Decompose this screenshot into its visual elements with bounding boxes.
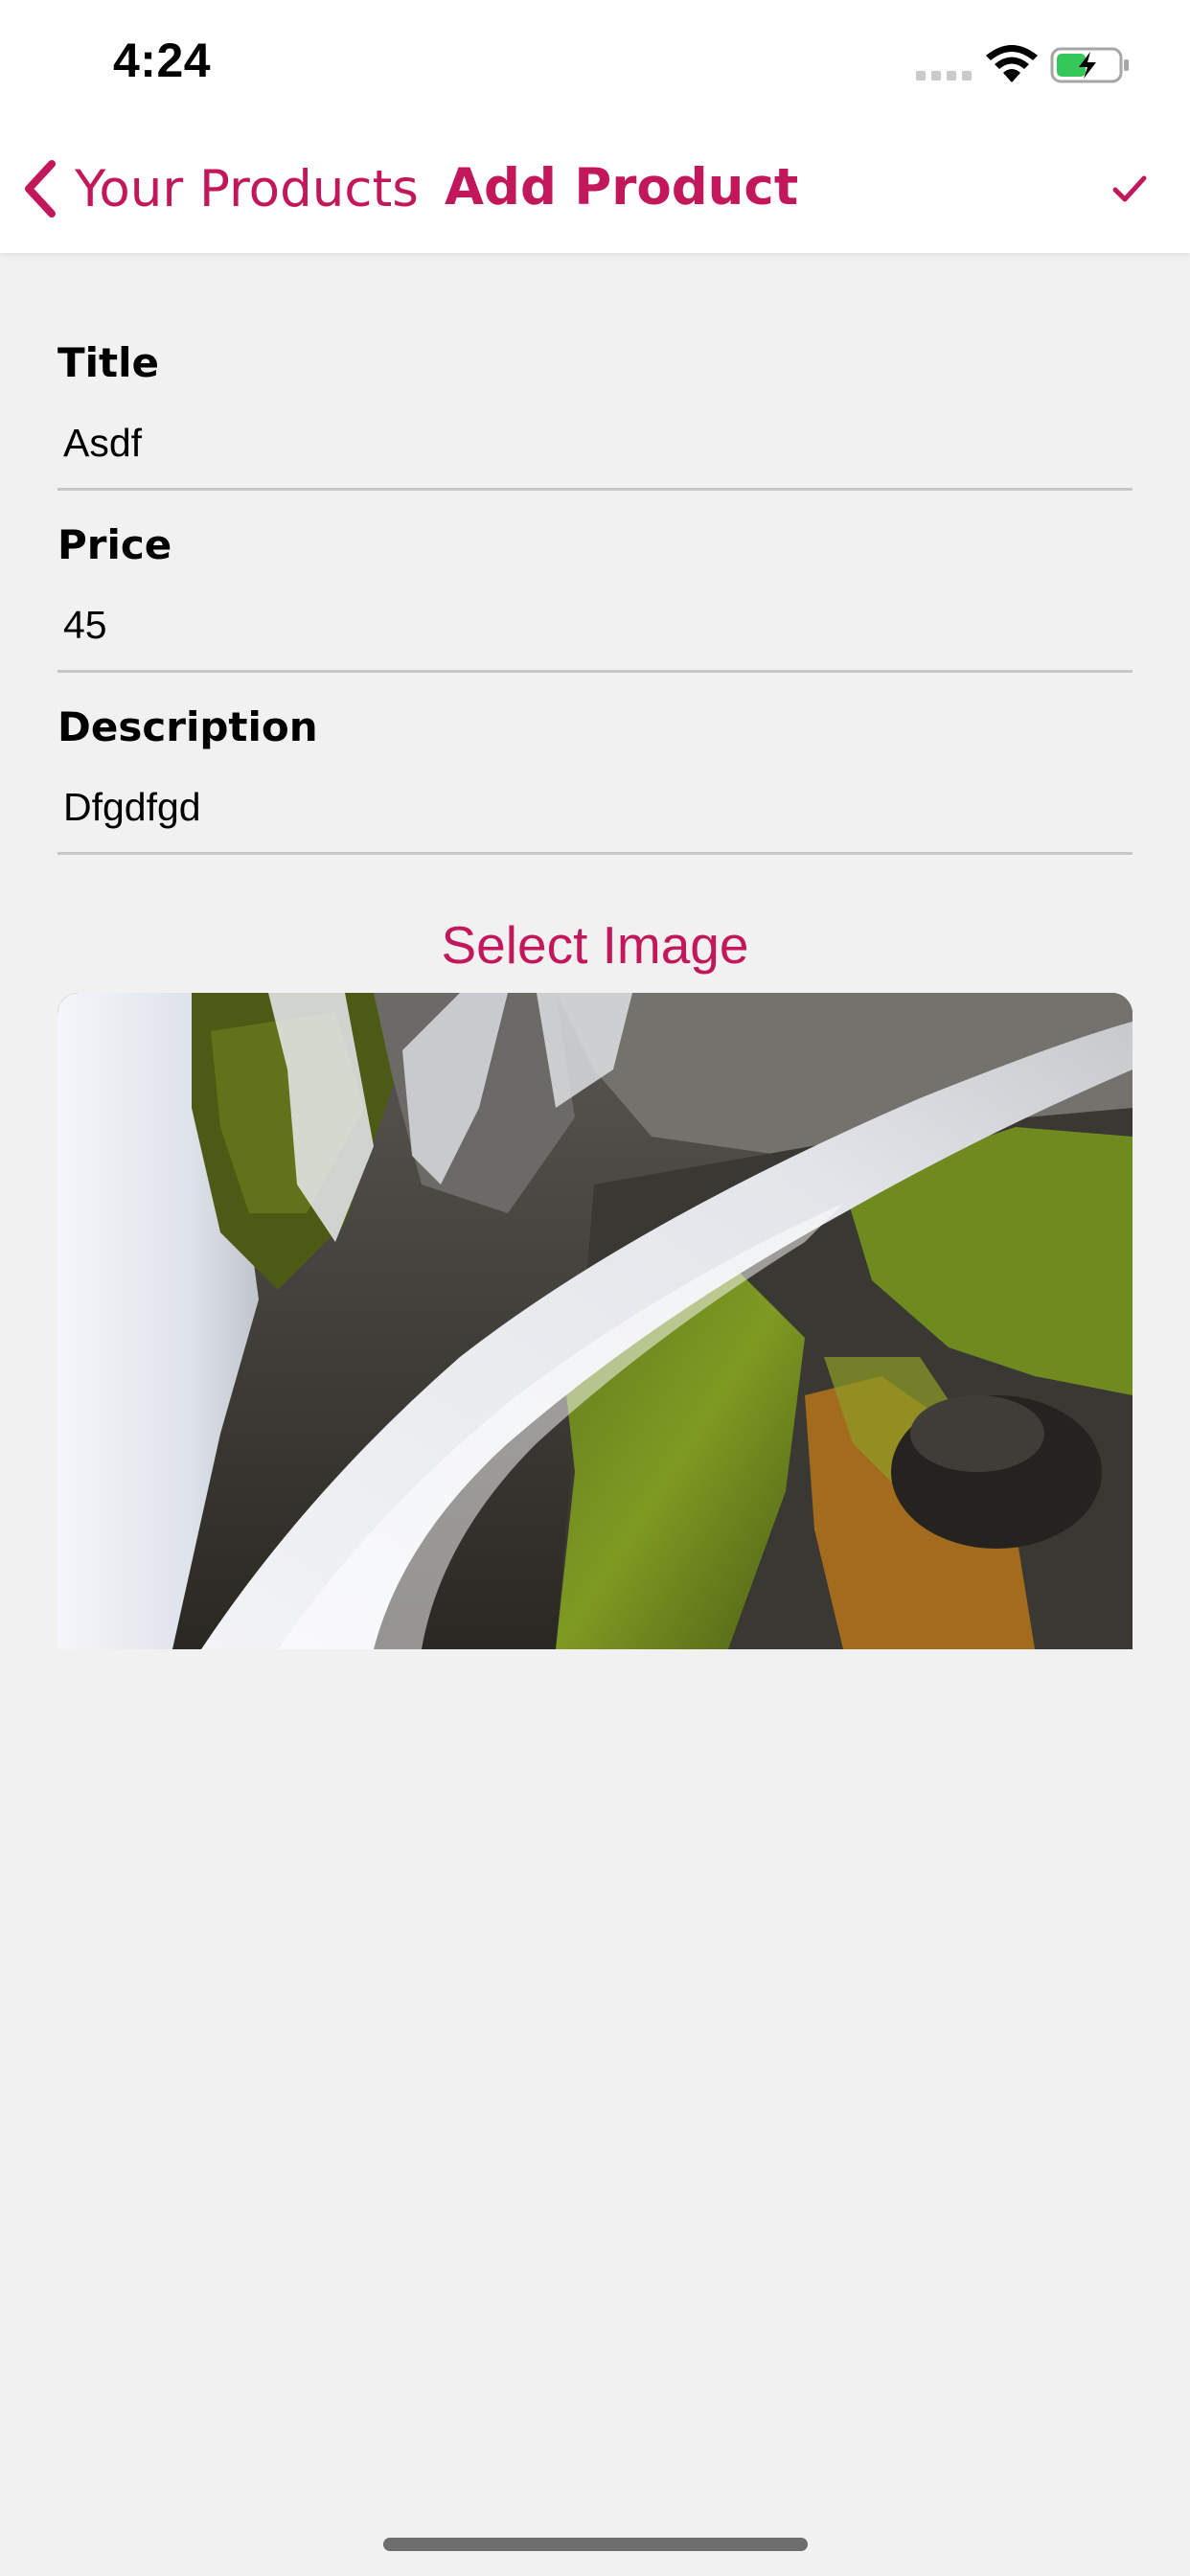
title-input[interactable] bbox=[57, 406, 1133, 491]
waterfall-image bbox=[57, 993, 1133, 1649]
home-indicator bbox=[383, 2538, 808, 2551]
back-button-label: Your Products bbox=[75, 159, 419, 218]
top-bar: 4:24 Your Products Add Product bbox=[0, 0, 1190, 253]
wifi-icon bbox=[986, 45, 1038, 82]
price-label: Price bbox=[57, 521, 172, 568]
back-button[interactable]: Your Products bbox=[19, 153, 419, 224]
battery-charging-icon bbox=[1050, 47, 1129, 83]
product-image-preview bbox=[57, 993, 1133, 1649]
select-image-button[interactable]: Select Image bbox=[57, 905, 1133, 985]
title-label: Title bbox=[57, 339, 160, 386]
status-time: 4:24 bbox=[113, 34, 212, 87]
description-label: Description bbox=[57, 703, 318, 750]
price-input[interactable] bbox=[57, 588, 1133, 673]
checkmark-icon[interactable] bbox=[1110, 169, 1150, 209]
chevron-back-icon bbox=[25, 160, 56, 218]
page-title: Add Product bbox=[445, 158, 799, 217]
signal-dots-icon bbox=[916, 71, 972, 80]
description-input[interactable] bbox=[57, 770, 1133, 855]
